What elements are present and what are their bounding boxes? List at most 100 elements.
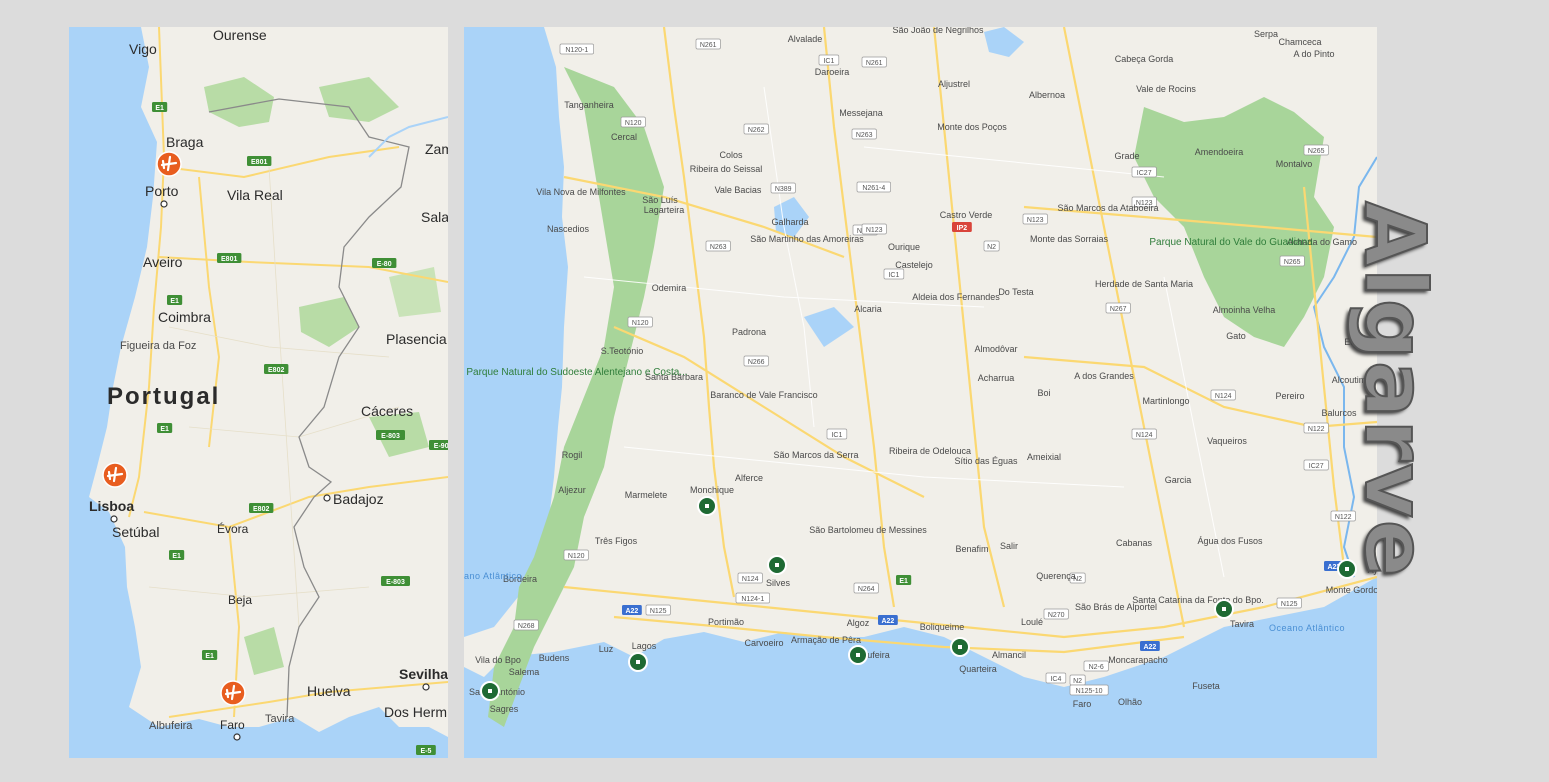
town-label: Galharda [771,217,808,227]
town-label: Baranco de Vale Francisco [710,390,817,400]
town-label: Do Testa [998,287,1033,297]
algarve-detail-map-panel[interactable]: N120-1 N261 IC1 N261 N120 N262 N263 N389 N261-4 N… [464,27,1377,758]
town-label: Lagarteira [644,205,685,215]
algarve-detail-map: N120-1 N261 IC1 N261 N120 N262 N263 N389 N261-4 N… [464,27,1377,758]
road-shield: E1 [202,650,218,660]
road-label: E-90 [434,443,448,450]
airport-icon[interactable] [102,462,128,488]
road-shield: N125 [645,604,671,616]
road-shield: N124-1 [735,592,770,604]
town-label: Padrona [732,327,766,337]
town-label: Monte dos Poços [937,122,1007,132]
road-label: E802 [268,367,284,374]
road-label: IC1 [831,432,842,439]
road-label: A22 [625,608,638,615]
road-shield: A22 [1140,641,1160,651]
town-label: Benafim [955,544,988,554]
town-label: Algoz [847,618,870,628]
road-label: IC4 [1050,676,1061,683]
road-label: N261-4 [862,185,885,192]
road-label: E-803 [386,579,405,586]
road-shield: IC1 [826,428,848,440]
town-label: Nascedios [547,224,590,234]
town-label: Alferce [735,473,763,483]
town-label: Castelejo [895,260,933,270]
road-shield: A22 [878,615,898,625]
road-shield: IC1 [818,54,840,66]
road-shield: N124 [1210,389,1236,401]
road-label: N125-10 [1076,688,1103,695]
city-label: Tavira [265,713,295,725]
road-shield: E1 [152,102,168,112]
road-shield: E802 [249,503,274,513]
town-label: Odemira [652,283,687,293]
city-label: Zam [425,141,448,157]
town-label: Vale Bacias [715,185,762,195]
town-label: Daroeira [815,67,850,77]
road-shield: N2 [983,240,1000,252]
town-label: Acharrua [978,373,1015,383]
road-shield: N125-10 [1069,684,1109,696]
road-label: E1 [160,426,169,433]
city-label: Setúbal [112,524,159,540]
road-label: E801 [251,159,267,166]
town-label: Ribeira de Odelouca [889,446,971,456]
town-label: Aldeia dos Fernandes [912,292,1000,302]
overview-map-panel[interactable]: E1 E801 E801 E-80 E1 E802 E-803 E1 E802 E1 E-90 E-8… [69,27,448,758]
town-label: Sagres [490,704,519,714]
road-label: N120 [625,120,642,127]
road-label: N261 [700,42,717,49]
road-shield: E-90 [429,440,448,450]
road-shield: N261 [861,56,887,68]
road-shield: N268 [513,619,539,631]
town-label: Herdade de Santa Maria [1095,279,1193,289]
road-shield: E-803 [381,576,410,586]
location-marker[interactable] [767,555,787,575]
town-label: Água dos Fusos [1197,536,1263,546]
road-shield: N261-4 [856,181,891,193]
road-shield: E1 [169,550,185,560]
location-marker[interactable] [697,496,717,516]
road-label: E801 [221,256,237,263]
city-label: Sevilha [399,666,448,682]
road-label: E-803 [381,433,400,440]
city-label: Vigo [129,41,157,57]
town-label: Faro [1073,699,1092,709]
city-label: Plasencia [386,331,447,347]
city-label: Cáceres [361,403,413,419]
town-label: Lagos [632,641,657,651]
town-label: Querença [1036,571,1076,581]
road-shield: N263 [851,128,877,140]
airport-icon[interactable] [220,680,246,706]
town-label: Cercal [611,132,637,142]
town-label: Pereiro [1275,391,1304,401]
location-marker[interactable] [480,681,500,701]
town-label: Fuseta [1192,681,1220,691]
airport-icon[interactable] [156,151,182,177]
town-label: Marmelete [625,490,668,500]
town-label: Santa Catarina da Fonte do Bpo. [1132,595,1264,605]
town-label: São Marcos da Serra [773,450,858,460]
road-shield: IC27 [1303,459,1329,471]
town-label: Vaqueiros [1207,436,1247,446]
location-marker[interactable] [628,652,648,672]
town-label: Moncarapacho [1108,655,1168,665]
city-label: Aveiro [143,254,183,270]
road-label: N2 [987,244,996,251]
road-shield: N123 [1022,213,1048,225]
town-label: Luz [599,644,614,654]
town-label: Quarteira [959,664,997,674]
road-label: E1 [899,578,908,585]
road-shield: N263 [705,240,731,252]
town-label: Ribeira do Seissal [690,164,763,174]
location-marker[interactable] [848,645,868,665]
sea-label: Oceano Atlântico [464,571,522,581]
town-label: Almancil [992,650,1026,660]
road-label: E1 [205,653,214,660]
location-marker[interactable] [1214,599,1234,619]
town-label: Almoinha Velha [1213,305,1276,315]
town-label: Salema [509,667,540,677]
road-label: N265 [1284,259,1301,266]
road-label: N266 [748,359,765,366]
location-marker[interactable] [950,637,970,657]
